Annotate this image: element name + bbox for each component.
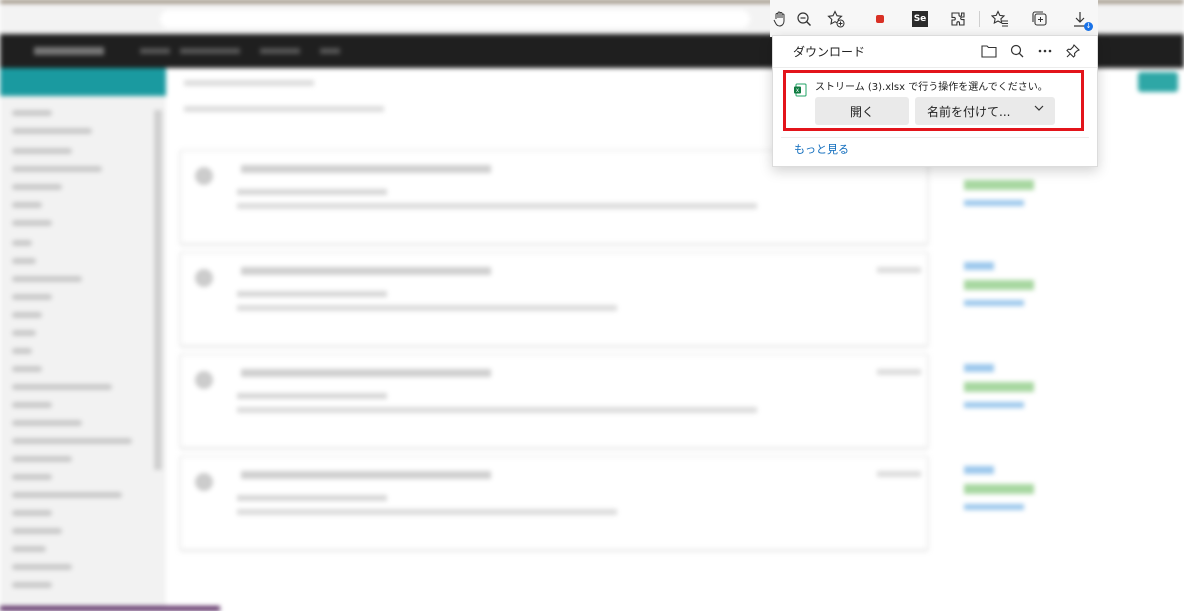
open-folder-icon[interactable] (979, 41, 999, 61)
downloads-flyout: ダウンロード x ストリーム (3).xlsx で行う操作を選んでください。 開… (772, 35, 1098, 167)
sidebar-scrollbar (154, 110, 162, 470)
browser-toolbar: Se ↓ (770, 0, 1098, 37)
pin-icon[interactable] (1063, 41, 1083, 61)
feed-card (180, 456, 928, 550)
svg-text:x: x (796, 88, 799, 94)
action-button-blur (1138, 72, 1178, 92)
favorite-add-icon[interactable] (826, 9, 846, 29)
see-more-link[interactable]: もっと見る (794, 141, 849, 157)
download-prompt-text: ストリーム (3).xlsx で行う操作を選んでください。 (815, 82, 1048, 93)
flyout-divider (781, 137, 1089, 138)
feed-card (180, 354, 928, 448)
hand-icon[interactable] (770, 9, 790, 29)
breadcrumb-blur (184, 80, 314, 86)
downloads-title: ダウンロード (793, 45, 866, 59)
extensions-icon[interactable] (948, 9, 968, 29)
downloads-icon[interactable]: ↓ (1070, 9, 1093, 31)
sidebar (0, 96, 166, 611)
favorites-icon[interactable] (990, 9, 1010, 29)
side-info (964, 180, 1044, 206)
selenium-icon[interactable]: Se (912, 11, 928, 27)
download-badge-icon: ↓ (1084, 22, 1093, 31)
more-options-icon[interactable] (1035, 41, 1055, 61)
subtitle-blur (184, 106, 384, 112)
toolbar-separator (979, 11, 980, 27)
side-info (964, 466, 1044, 510)
side-info (964, 262, 1044, 306)
address-bar (160, 10, 750, 28)
search-icon[interactable] (1007, 41, 1027, 61)
taskbar-edge (0, 606, 220, 611)
sidebar-header (0, 68, 166, 96)
open-button[interactable]: 開く (815, 97, 909, 125)
save-as-button[interactable]: 名前を付けて... (915, 97, 1055, 125)
excel-file-icon: x (794, 83, 807, 97)
save-as-label: 名前を付けて... (927, 104, 1011, 119)
collections-icon[interactable] (1030, 9, 1050, 29)
chevron-down-icon[interactable] (1033, 102, 1045, 117)
extension-red-icon[interactable] (870, 9, 890, 29)
feed-card (180, 252, 928, 346)
flyout-divider (773, 67, 1097, 68)
side-info (964, 364, 1044, 408)
zoom-out-icon[interactable] (794, 9, 814, 29)
